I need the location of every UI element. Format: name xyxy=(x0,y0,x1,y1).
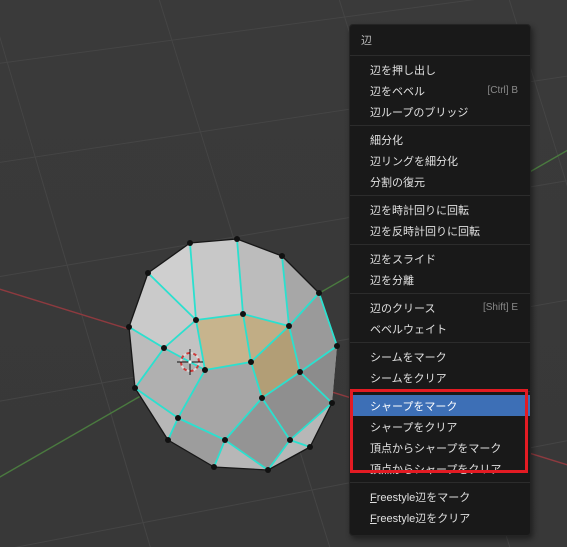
menu-item-label: シャープをクリア xyxy=(370,419,457,435)
menu-item-label: 頂点からシャープをマーク xyxy=(370,440,501,456)
menu-item[interactable]: 分割の復元 xyxy=(350,171,530,192)
menu-item[interactable]: 頂点からシャープをマーク xyxy=(350,437,530,458)
menu-item[interactable]: 辺を押し出し xyxy=(350,59,530,80)
menu-item[interactable]: シャープをクリア xyxy=(350,416,530,437)
menu-item-label: 辺を反時計回りに回転 xyxy=(370,223,480,239)
menu-item-label: Freestyle辺をマーク xyxy=(370,489,470,505)
menu-item-label: 頂点からシャープをクリア xyxy=(370,461,501,477)
menu-item-label: 分割の復元 xyxy=(370,174,425,190)
menu-item[interactable]: シームをマーク xyxy=(350,346,530,367)
menu-item[interactable]: Freestyle辺をマーク xyxy=(350,486,530,507)
menu-item[interactable]: 辺をベベル [Ctrl] B xyxy=(350,80,530,101)
menu-group: 細分化辺リングを細分化分割の復元 xyxy=(350,126,530,196)
menu-item[interactable]: Freestyle辺をクリア xyxy=(350,507,530,528)
menu-item-shortcut: [Shift] E xyxy=(483,302,518,313)
menu-item-label: シャープをマーク xyxy=(370,398,457,414)
menu-item-label: 辺をベベル xyxy=(370,83,425,99)
menu-group: シャープをマークシャープをクリア頂点からシャープをマーク頂点からシャープをクリア xyxy=(350,392,530,483)
menu-item[interactable]: 辺をスライド xyxy=(350,248,530,269)
menu-group: 辺のクリース [Shift] E ベベルウェイト xyxy=(350,294,530,343)
menu-item[interactable]: 頂点からシャープをクリア xyxy=(350,458,530,479)
menu-group: Freestyle辺をマーク Freestyle辺をクリア xyxy=(350,483,530,531)
menu-item[interactable]: 辺を反時計回りに回転 xyxy=(350,220,530,241)
menu-group: シームをマークシームをクリア xyxy=(350,343,530,392)
menu-item-label: 辺を分離 xyxy=(370,272,414,288)
menu-item-label: 細分化 xyxy=(370,132,403,148)
menu-item[interactable]: 辺を時計回りに回転 xyxy=(350,199,530,220)
menu-item-label: 辺ループのブリッジ xyxy=(370,104,468,120)
menu-item-label: 辺を押し出し xyxy=(370,62,436,78)
menu-item[interactable]: 辺ループのブリッジ xyxy=(350,101,530,122)
menu-item[interactable]: ベベルウェイト xyxy=(350,318,530,339)
menu-group: 辺を押し出し辺をベベル [Ctrl] B 辺ループのブリッジ xyxy=(350,56,530,126)
menu-item-label: シームをマーク xyxy=(370,349,447,365)
menu-item[interactable]: シャープをマーク xyxy=(350,395,530,416)
edge-context-menu: 辺 辺を押し出し辺をベベル [Ctrl] B 辺ループのブリッジ細分化辺リングを細分… xyxy=(349,24,531,536)
menu-item-label: シームをクリア xyxy=(370,370,447,386)
menu-item-label: 辺リングを細分化 xyxy=(370,153,458,169)
menu-item-label: Freestyle辺をクリア xyxy=(370,510,470,526)
menu-item[interactable]: 細分化 xyxy=(350,129,530,150)
menu-item-label: 辺のクリース xyxy=(370,300,435,316)
menu-item-label: 辺を時計回りに回転 xyxy=(370,202,469,218)
menu-group: 辺をスライド辺を分離 xyxy=(350,245,530,294)
menu-item[interactable]: 辺のクリース [Shift] E xyxy=(350,297,530,318)
menu-group: 辺を時計回りに回転辺を反時計回りに回転 xyxy=(350,196,530,245)
menu-item-label: 辺をスライド xyxy=(370,251,436,267)
menu-item-shortcut: [Ctrl] B xyxy=(487,85,518,96)
menu-title: 辺 xyxy=(350,25,530,56)
menu-item[interactable]: 辺を分離 xyxy=(350,269,530,290)
menu-item-label: ベベルウェイト xyxy=(370,321,447,337)
menu-item[interactable]: 辺リングを細分化 xyxy=(350,150,530,171)
menu-item[interactable]: シームをクリア xyxy=(350,367,530,388)
